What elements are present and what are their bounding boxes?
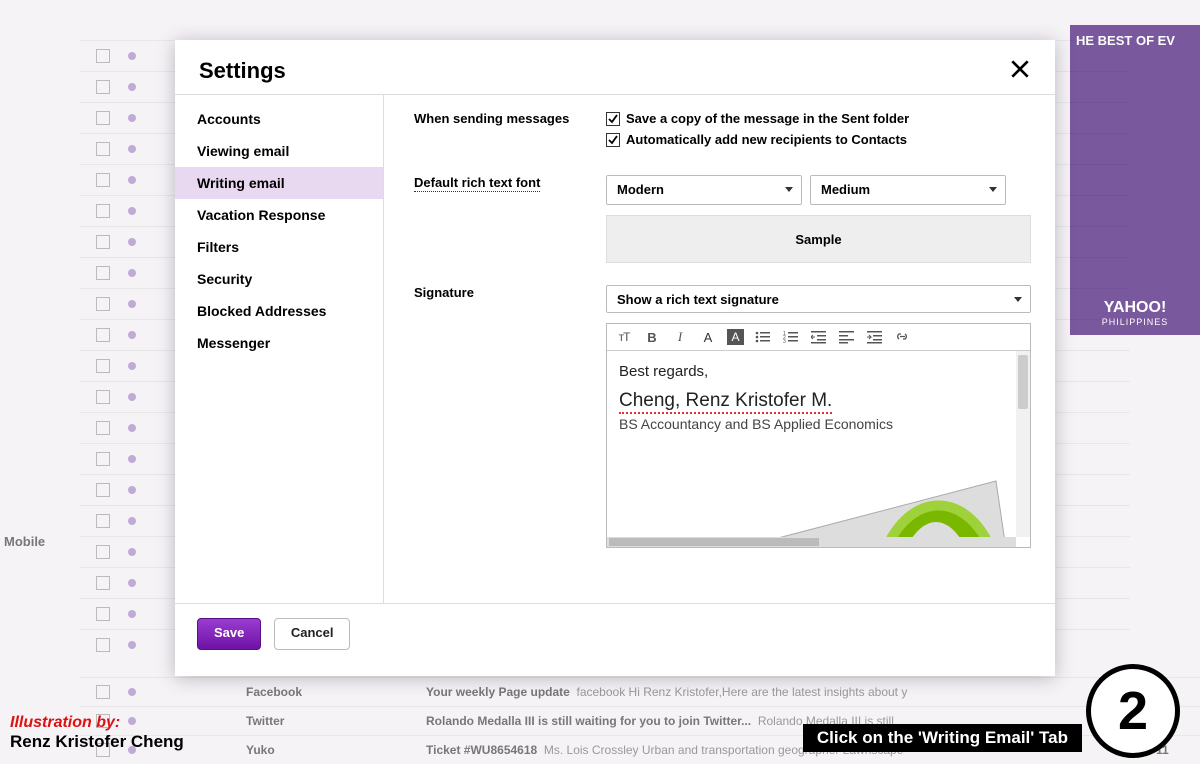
dialog-footer: Save Cancel: [175, 603, 1055, 664]
add-recipients-checkbox[interactable]: Automatically add new recipients to Cont…: [606, 132, 1031, 147]
font-family-select[interactable]: Modern: [606, 175, 802, 205]
illustration-author: Renz Kristofer Cheng: [10, 732, 184, 752]
svg-text:3: 3: [783, 339, 786, 344]
outdent-icon[interactable]: [810, 328, 828, 346]
dialog-title: Settings: [199, 58, 286, 84]
add-recipients-label: Automatically add new recipients to Cont…: [626, 132, 907, 147]
nav-filters[interactable]: Filters: [175, 231, 383, 263]
caret-down-icon: [989, 187, 997, 192]
settings-content: When sending messages Save a copy of the…: [384, 95, 1055, 603]
bullet-list-icon[interactable]: [754, 328, 772, 346]
default-font-label: Default rich text font: [414, 175, 540, 192]
signature-editor: тT B I A A 123: [606, 323, 1031, 548]
save-copy-label: Save a copy of the message in the Sent f…: [626, 111, 909, 126]
font-size-value: Medium: [821, 182, 870, 197]
nav-vacation-response[interactable]: Vacation Response: [175, 199, 383, 231]
signature-mode-select[interactable]: Show a rich text signature: [606, 285, 1031, 313]
bold-icon[interactable]: B: [643, 328, 661, 346]
link-icon[interactable]: [894, 328, 912, 346]
text-size-icon[interactable]: тT: [615, 328, 633, 346]
editor-toolbar: тT B I A A 123: [607, 324, 1030, 351]
nav-writing-email[interactable]: Writing email: [175, 167, 383, 199]
nav-viewing-email[interactable]: Viewing email: [175, 135, 383, 167]
save-button[interactable]: Save: [197, 618, 261, 650]
step-caption: Click on the 'Writing Email' Tab: [803, 724, 1082, 752]
save-copy-checkbox[interactable]: Save a copy of the message in the Sent f…: [606, 111, 1031, 126]
checkbox-checked-icon: [606, 112, 620, 126]
illustration-label: Illustration by:: [10, 714, 184, 732]
mobile-label: Mobile: [4, 534, 45, 549]
step-number: 2: [1086, 664, 1180, 758]
font-sample: Sample: [606, 215, 1031, 263]
align-left-icon[interactable]: [838, 328, 856, 346]
indent-icon[interactable]: [866, 328, 884, 346]
numbered-list-icon[interactable]: 123: [782, 328, 800, 346]
signature-name: Cheng, Renz Kristofer M.: [619, 390, 832, 414]
checkbox-checked-icon: [606, 133, 620, 147]
signature-greeting: Best regards,: [619, 363, 1018, 380]
settings-dialog: Settings Accounts Viewing email Writing …: [175, 40, 1055, 676]
dialog-header: Settings: [175, 40, 1055, 95]
cancel-button[interactable]: Cancel: [274, 618, 351, 650]
illustration-credit: Illustration by: Renz Kristofer Cheng: [10, 714, 184, 752]
sending-messages-label: When sending messages: [414, 111, 606, 126]
caret-down-icon: [785, 187, 793, 192]
signature-label: Signature: [414, 285, 606, 300]
vertical-scrollbar[interactable]: [1016, 351, 1030, 537]
caret-down-icon: [1014, 297, 1022, 302]
nav-blocked-addresses[interactable]: Blocked Addresses: [175, 295, 383, 327]
highlight-icon[interactable]: A: [727, 329, 744, 345]
nav-security[interactable]: Security: [175, 263, 383, 295]
nav-accounts[interactable]: Accounts: [175, 103, 383, 135]
font-color-icon[interactable]: A: [699, 328, 717, 346]
settings-nav: Accounts Viewing email Writing email Vac…: [175, 95, 384, 603]
horizontal-scrollbar[interactable]: [607, 537, 1016, 547]
signature-mode-value: Show a rich text signature: [617, 292, 779, 307]
bg-mail-row: Facebook Your weekly Page update faceboo…: [80, 677, 1200, 706]
close-icon[interactable]: [1009, 58, 1031, 80]
font-family-value: Modern: [617, 182, 664, 197]
italic-icon[interactable]: I: [671, 328, 689, 346]
font-size-select[interactable]: Medium: [810, 175, 1006, 205]
signature-subtitle: BS Accountancy and BS Applied Economics: [619, 416, 1018, 432]
nav-messenger[interactable]: Messenger: [175, 327, 383, 359]
signature-image: [716, 471, 1016, 547]
editor-body[interactable]: Best regards, Cheng, Renz Kristofer M. B…: [607, 351, 1030, 547]
